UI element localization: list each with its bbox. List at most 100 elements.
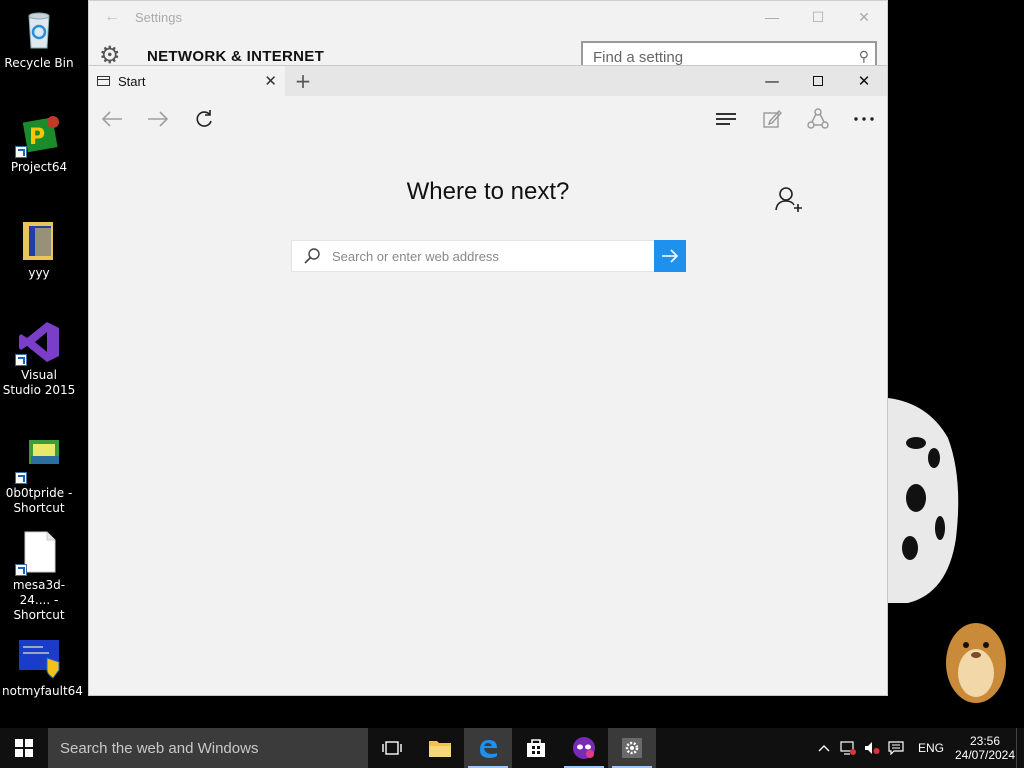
start-button[interactable] — [0, 728, 48, 768]
windows-logo-icon — [15, 739, 33, 757]
tab-strip[interactable]: Start ✕ + — ✕ — [89, 66, 887, 96]
more-dots-icon — [854, 117, 874, 121]
share-button[interactable] — [795, 99, 841, 139]
edge-browser-window[interactable]: Start ✕ + — ✕ Where to next? Search or e… — [88, 65, 888, 696]
svg-text:P: P — [29, 125, 45, 150]
store-button[interactable] — [512, 728, 560, 768]
desktop-icon-mesa3d[interactable]: mesa3d-24.... - Shortcut — [2, 530, 76, 623]
back-arrow-icon[interactable]: ← — [89, 8, 135, 26]
clock-date: 24/07/2024 — [954, 748, 1016, 762]
task-view-button[interactable] — [368, 728, 416, 768]
arrow-right-icon — [662, 249, 679, 263]
chevron-up-icon — [818, 745, 830, 752]
app-mask-icon — [573, 737, 595, 759]
input-language-indicator[interactable]: ENG — [908, 741, 954, 755]
folder-icon — [17, 218, 61, 262]
desktop-icon-notmyfault64[interactable]: notmyfault64 — [2, 636, 83, 699]
search-icon: ⚲ — [858, 48, 869, 64]
desktop-icon-label: 0b0tpride - Shortcut — [5, 486, 73, 515]
app-taskbar-button[interactable] — [560, 728, 608, 768]
taskbar-search-text: Search the web and Windows — [60, 739, 259, 757]
share-icon — [807, 108, 829, 129]
desktop-icon-project64[interactable]: P Project64 — [2, 112, 76, 175]
taskbar-search-box[interactable]: Search the web and Windows — [48, 728, 368, 768]
desktop-icon-label: Recycle Bin — [4, 56, 74, 70]
back-button[interactable] — [89, 99, 135, 139]
edge-taskbar-button[interactable] — [464, 728, 512, 768]
navigation-bar — [89, 96, 887, 142]
web-note-button[interactable] — [749, 99, 795, 139]
add-user-icon[interactable] — [775, 186, 803, 214]
new-tab-button[interactable]: + — [285, 66, 321, 96]
action-center-icon[interactable] — [884, 728, 908, 768]
desktop-icon-label: Visual Studio 2015 — [2, 368, 76, 397]
close-button[interactable]: ✕ — [841, 9, 887, 26]
refresh-icon — [196, 110, 212, 127]
back-arrow-icon — [101, 111, 122, 127]
shortcut-arrow-icon — [15, 354, 27, 366]
blank-file-icon — [15, 530, 61, 576]
tab-start[interactable]: Start ✕ — [89, 66, 285, 96]
more-button[interactable] — [841, 99, 887, 139]
notmyfault-icon — [17, 636, 61, 680]
address-search-box[interactable] — [291, 240, 655, 272]
folder-icon — [429, 741, 451, 757]
show-desktop-button[interactable] — [1016, 728, 1024, 768]
desktop-icon-yyy[interactable]: yyy — [2, 218, 76, 281]
find-setting-placeholder: Find a setting — [593, 49, 684, 66]
desktop-icon-label: notmyfault64 — [2, 684, 83, 698]
desktop-icon-0b0tpride[interactable]: 0b0tpride - Shortcut — [2, 438, 76, 516]
close-button[interactable]: ✕ — [841, 66, 887, 96]
clock-time: 23:56 — [969, 734, 1001, 748]
close-tab-icon[interactable]: ✕ — [264, 72, 277, 90]
settings-heading: NETWORK & INTERNET — [147, 48, 325, 65]
project64-icon: P — [15, 112, 61, 158]
minimize-button[interactable]: — — [749, 66, 795, 96]
shortcut-arrow-icon — [15, 146, 27, 158]
desktop-icon-visual-studio[interactable]: Visual Studio 2015 — [2, 320, 76, 398]
edge-icon — [480, 740, 497, 758]
recycle-bin-icon — [17, 8, 61, 52]
settings-window[interactable]: ← Settings — ☐ ✕ ⚙ NETWORK & INTERNET Fi… — [88, 0, 888, 71]
settings-titlebar[interactable]: ← Settings — ☐ ✕ — [89, 1, 887, 33]
file-explorer-button[interactable] — [416, 728, 464, 768]
hub-button[interactable] — [703, 99, 749, 139]
desktop-icon-label: yyy — [28, 266, 50, 280]
web-note-icon — [763, 109, 782, 128]
show-hidden-icons-button[interactable] — [812, 728, 836, 768]
maximize-button[interactable]: ☐ — [795, 9, 841, 26]
start-page-content: Where to next? — [89, 142, 887, 695]
start-heading: Where to next? — [406, 178, 570, 205]
minimize-button[interactable]: — — [749, 9, 795, 25]
forward-button[interactable] — [135, 99, 181, 139]
shortcut-arrow-icon — [15, 472, 27, 484]
task-view-icon — [382, 741, 402, 755]
hub-icon — [716, 110, 736, 128]
volume-muted-icon[interactable] — [860, 728, 884, 768]
tab-page-icon — [97, 76, 110, 86]
maximize-button[interactable] — [795, 66, 841, 96]
settings-taskbar-button[interactable] — [608, 728, 656, 768]
tabstrip-drag-area[interactable] — [321, 66, 749, 96]
wallpaper-ghost-graphic — [888, 398, 968, 603]
desktop-icon-recycle-bin[interactable]: Recycle Bin — [2, 8, 76, 71]
desktop-icon-label: mesa3d-24.... - Shortcut — [12, 578, 66, 622]
tab-title: Start — [118, 73, 146, 89]
address-input[interactable] — [332, 248, 654, 264]
network-icon[interactable] — [836, 728, 860, 768]
taskbar: Search the web and Windows ENG 23:56 24/… — [0, 728, 1024, 768]
gear-icon — [622, 738, 642, 758]
forward-arrow-icon — [148, 111, 169, 127]
store-icon — [527, 739, 545, 757]
search-icon — [292, 248, 332, 264]
go-button[interactable] — [654, 240, 686, 272]
taskbar-clock[interactable]: 23:56 24/07/2024 — [954, 734, 1016, 762]
image-file-icon — [15, 438, 61, 484]
settings-title: Settings — [135, 9, 182, 25]
desktop-icon-label: Project64 — [10, 160, 68, 174]
visual-studio-icon — [15, 320, 61, 366]
system-tray: ENG 23:56 24/07/2024 — [812, 728, 1024, 768]
shortcut-arrow-icon — [15, 564, 27, 576]
refresh-button[interactable] — [181, 99, 227, 139]
wallpaper-hamster-graphic — [940, 605, 1010, 705]
